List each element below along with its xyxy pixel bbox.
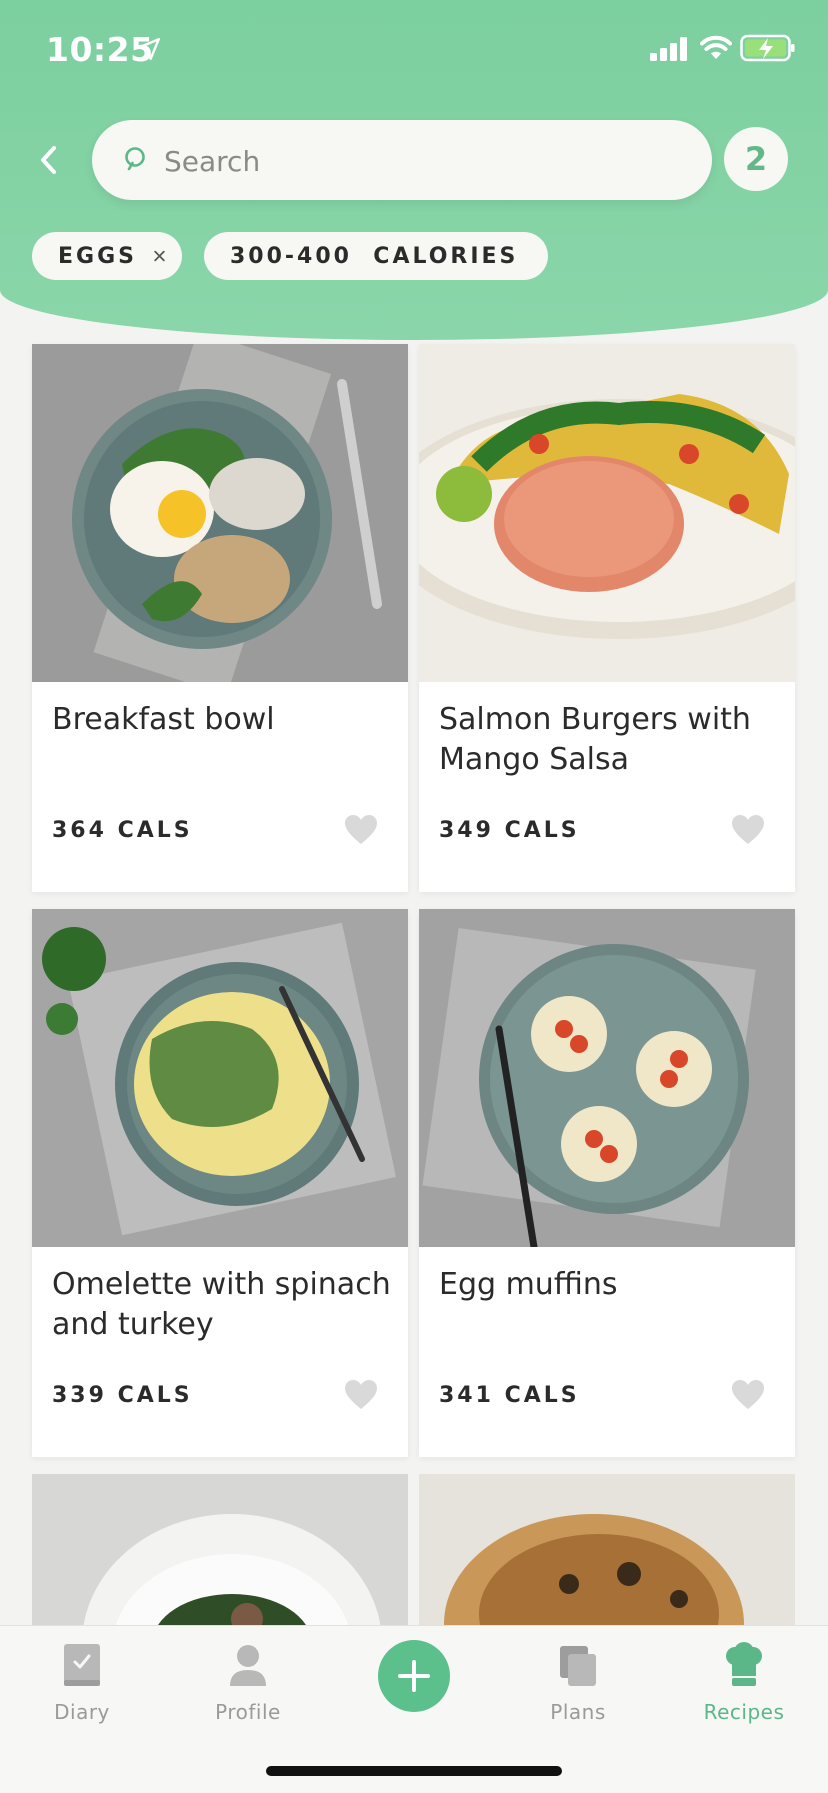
back-chevron-icon[interactable] bbox=[34, 140, 62, 180]
recipe-calories: 339 CALS bbox=[52, 1383, 193, 1408]
diary-icon bbox=[64, 1644, 100, 1686]
favorite-heart-icon[interactable] bbox=[731, 814, 765, 846]
recipe-calories: 364 CALS bbox=[52, 818, 193, 843]
plans-icon bbox=[560, 1646, 596, 1686]
recipe-image-salmon-burgers bbox=[419, 344, 795, 682]
recipe-card-partial[interactable] bbox=[419, 1474, 795, 1634]
cellular-signal-icon bbox=[650, 37, 687, 61]
tab-label: Plans bbox=[550, 1700, 606, 1724]
recipe-calories: 341 CALS bbox=[439, 1383, 580, 1408]
search-bar[interactable] bbox=[92, 120, 712, 200]
tab-label: Recipes bbox=[703, 1700, 785, 1724]
recipe-title: Salmon Burgers with Mango Salsa bbox=[439, 702, 751, 777]
favorite-heart-icon[interactable] bbox=[344, 814, 378, 846]
filter-chip-label: 300-400 CALORIES bbox=[230, 243, 519, 269]
remove-filter-icon[interactable] bbox=[153, 247, 166, 265]
recipe-card-partial[interactable] bbox=[32, 1474, 408, 1634]
recipe-title: Egg muffins bbox=[439, 1267, 618, 1302]
battery-charging-icon bbox=[740, 34, 795, 62]
header: 10:25 2 EGGS bbox=[0, 0, 828, 340]
recipe-card[interactable]: Omelette with spinach and turkey 339 CAL… bbox=[32, 909, 408, 1457]
filter-chip-eggs[interactable]: EGGS bbox=[32, 232, 182, 280]
recipe-image-partial bbox=[419, 1474, 795, 1634]
filter-count-badge[interactable]: 2 bbox=[724, 127, 788, 191]
filter-chip-calories[interactable]: 300-400 CALORIES bbox=[204, 232, 548, 280]
recipe-image-egg-muffins bbox=[419, 909, 795, 1247]
recipe-card[interactable]: Egg muffins 341 CALS bbox=[419, 909, 795, 1457]
profile-icon bbox=[230, 1645, 266, 1686]
status-bar: 10:25 bbox=[0, 0, 828, 100]
home-indicator[interactable] bbox=[266, 1766, 562, 1776]
recipe-title: Omelette with spinach and turkey bbox=[52, 1267, 391, 1342]
recipe-card[interactable]: Breakfast bowl 364 CALS bbox=[32, 344, 408, 892]
recipe-image-partial bbox=[32, 1474, 408, 1634]
tab-label: Profile bbox=[215, 1700, 281, 1724]
favorite-heart-icon[interactable] bbox=[731, 1379, 765, 1411]
search-icon bbox=[125, 147, 145, 171]
recipe-card[interactable]: Salmon Burgers with Mango Salsa 349 CALS bbox=[419, 344, 795, 892]
add-button[interactable] bbox=[378, 1640, 450, 1712]
location-arrow-icon bbox=[138, 38, 160, 60]
favorite-heart-icon[interactable] bbox=[344, 1379, 378, 1411]
tab-label: Diary bbox=[54, 1700, 110, 1724]
wifi-icon bbox=[700, 35, 732, 59]
recipe-image-breakfast-bowl bbox=[32, 344, 408, 682]
filter-chip-label: EGGS bbox=[58, 243, 137, 269]
recipe-image-omelette bbox=[32, 909, 408, 1247]
recipes-chef-hat-icon bbox=[726, 1642, 762, 1686]
recipe-title: Breakfast bowl bbox=[52, 702, 275, 737]
plus-icon bbox=[398, 1660, 430, 1692]
recipe-calories: 349 CALS bbox=[439, 818, 580, 843]
search-input[interactable] bbox=[162, 138, 686, 184]
